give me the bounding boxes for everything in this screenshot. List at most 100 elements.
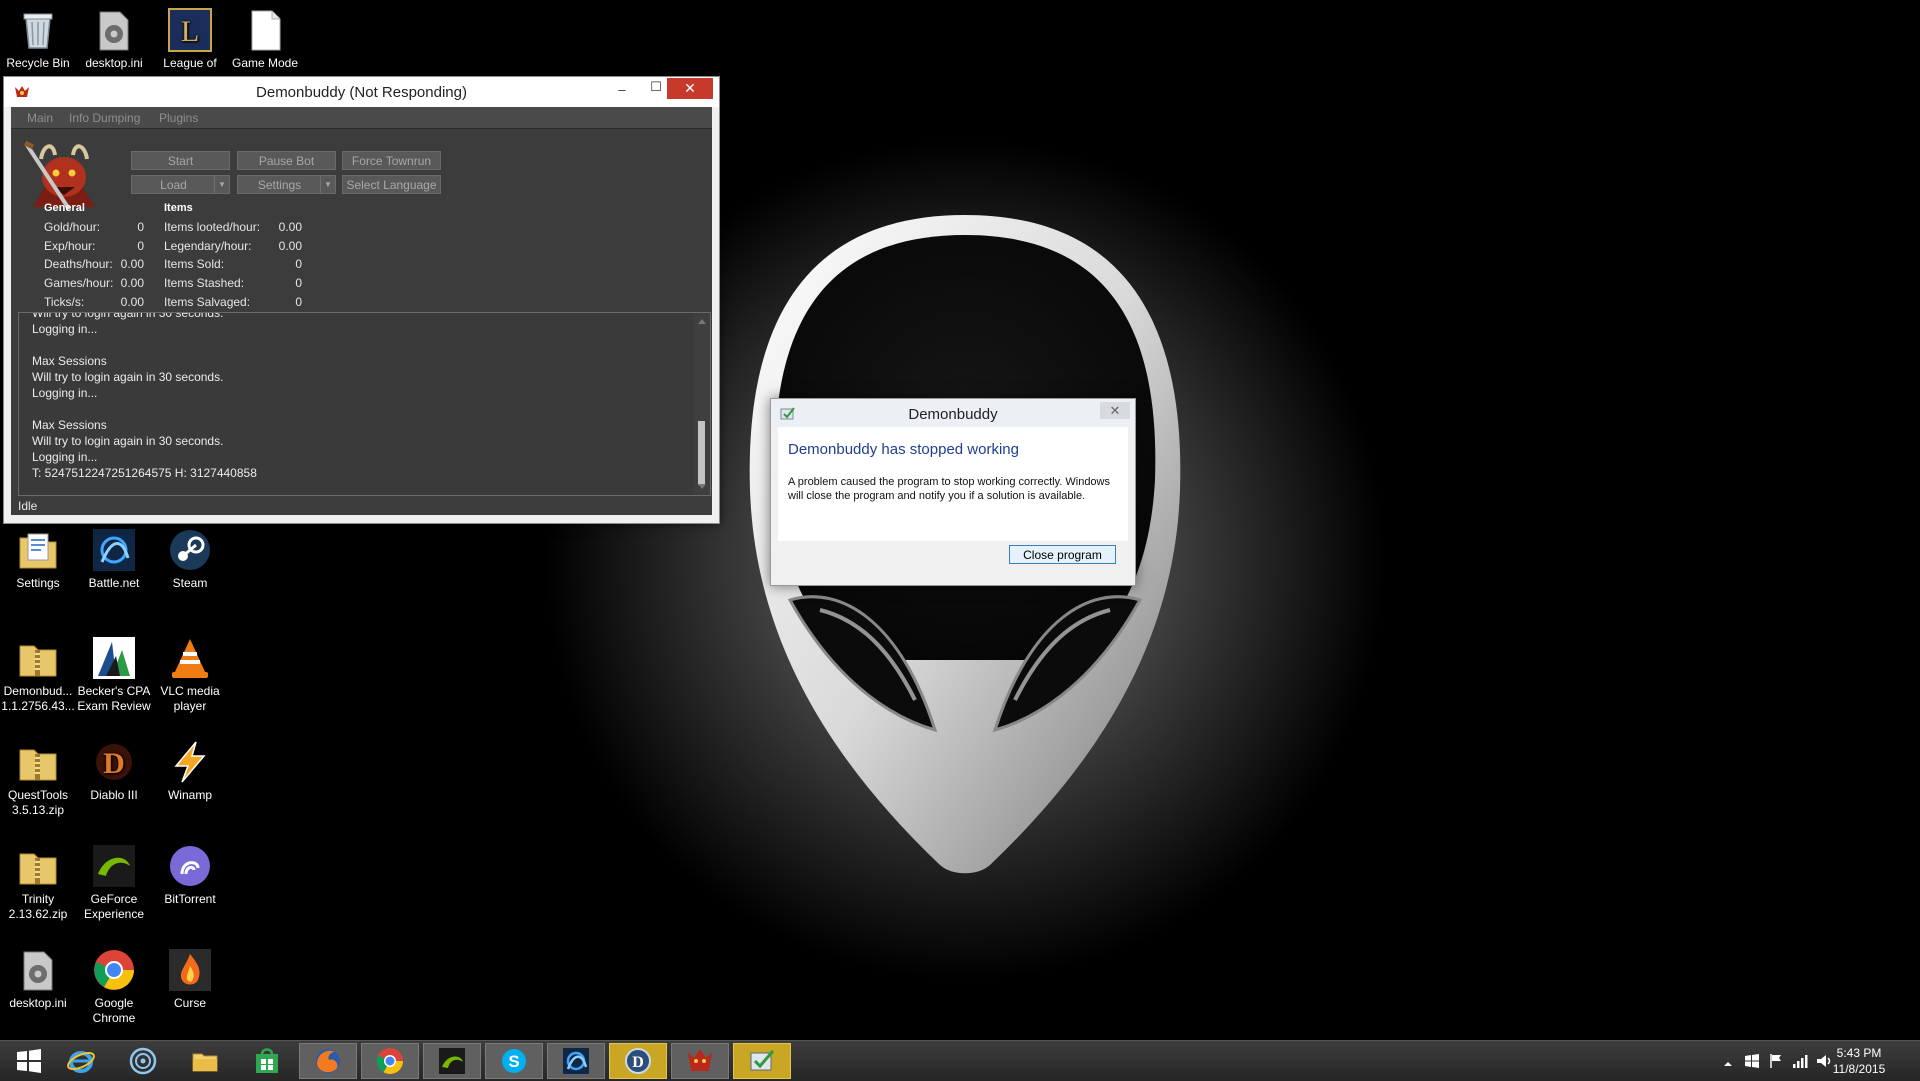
select-language-button[interactable]: Select Language	[342, 175, 441, 194]
stat-label: Items looted/hour:	[164, 220, 261, 234]
taskbar-internet-explorer[interactable]	[52, 1043, 110, 1079]
log-scrollbar[interactable]	[694, 313, 710, 495]
log-line: Will try to login again in 30 seconds.	[32, 312, 224, 320]
tray-arrow-icon[interactable]	[1720, 1056, 1736, 1072]
network-icon[interactable]	[1792, 1053, 1808, 1069]
pause-bot-button[interactable]: Pause Bot	[237, 151, 336, 170]
desktop-icon-game-mode[interactable]: Game Mode	[227, 8, 303, 71]
desktop-icon-label: League of	[163, 56, 217, 70]
load-button-label: Load	[160, 178, 187, 192]
demonbuddy-icon	[688, 1049, 712, 1071]
desktop-icon-geforce[interactable]: GeForce Experience	[76, 844, 152, 922]
start-button[interactable]: Start	[131, 151, 230, 170]
force-townrun-button[interactable]: Force Townrun	[342, 151, 441, 170]
dialog-title: Demonbuddy	[908, 406, 998, 423]
log-output[interactable]: Will try to login again in 30 seconds. L…	[18, 312, 711, 496]
window-titlebar[interactable]: Demonbuddy (Not Responding) – ☐ ✕	[4, 77, 719, 107]
chrome-icon	[92, 948, 136, 992]
desktop-icon-label: Settings	[16, 576, 60, 590]
minimize-button[interactable]: –	[605, 82, 639, 103]
log-line: Logging in...	[32, 450, 98, 464]
load-dropdown-arrow-icon[interactable]: ▼	[214, 176, 229, 193]
desktop-icon-diablo[interactable]: D Diablo III	[76, 740, 152, 803]
taskbar-demonbuddy-dialog[interactable]	[733, 1043, 791, 1079]
dialog-titlebar[interactable]: Demonbuddy ✕	[771, 399, 1135, 427]
close-button[interactable]: ✕	[667, 78, 713, 99]
zip-folder-icon	[16, 636, 60, 680]
stat-value: 0	[137, 220, 144, 234]
desktop-icon-curse[interactable]: Curse	[152, 948, 228, 1011]
start-button[interactable]	[0, 1043, 58, 1079]
scroll-up-arrow-icon[interactable]	[697, 317, 707, 325]
desktop-icon-beckers-cpa[interactable]: Becker's CPA Exam Review	[76, 636, 152, 714]
stat-value: 0	[295, 295, 302, 309]
curse-icon	[168, 948, 212, 992]
demonbuddy-window[interactable]: Demonbuddy (Not Responding) – ☐ ✕ Main I…	[3, 76, 720, 524]
settings-file-icon	[16, 948, 60, 992]
crash-dialog[interactable]: Demonbuddy ✕ Demonbuddy has stopped work…	[770, 398, 1136, 586]
taskbar-store[interactable]	[238, 1043, 296, 1079]
settings-button-label: Settings	[257, 178, 302, 192]
diablo-icon: D	[92, 740, 136, 784]
taskbar-file-explorer[interactable]	[176, 1043, 234, 1079]
stat-label: Exp/hour:	[44, 239, 96, 253]
taskbar-diablo[interactable]: D	[609, 1043, 667, 1079]
action-center-flag-icon[interactable]	[1768, 1053, 1784, 1069]
desktop-icon-label: Demonbud... 1.1.2756.43...	[1, 684, 75, 713]
desktop-icon-label: Google Chrome	[92, 996, 136, 1025]
settings-file-icon	[92, 8, 136, 52]
tab-main[interactable]: Main	[27, 111, 53, 125]
svg-text:S: S	[508, 1052, 519, 1071]
vlc-icon	[168, 636, 212, 680]
desktop-icon-league-of[interactable]: L League of	[152, 8, 228, 71]
taskbar-chrome[interactable]	[361, 1043, 419, 1079]
desktop-icon-vlc[interactable]: VLC media player	[152, 636, 228, 714]
clock-date[interactable]: 11/8/2015	[1819, 1062, 1899, 1076]
desktop-icon-chrome[interactable]: Google Chrome	[76, 948, 152, 1026]
desktop-icon-trinity-zip[interactable]: Trinity 2.13.62.zip	[0, 844, 76, 922]
windows-flag-icon[interactable]	[1744, 1053, 1760, 1069]
dialog-close-button[interactable]: ✕	[1100, 402, 1130, 419]
desktop-icon-desktop-ini-2[interactable]: desktop.ini	[0, 948, 76, 1011]
load-button[interactable]: Load ▼	[131, 175, 230, 194]
taskbar-battlenet[interactable]	[547, 1043, 605, 1079]
desktop-icon-label: Becker's CPA Exam Review	[77, 684, 151, 713]
firefox-icon	[316, 1049, 340, 1073]
desktop-icon-recycle-bin[interactable]: Recycle Bin	[0, 8, 76, 71]
desktop-icon-bittorrent[interactable]: BitTorrent	[152, 844, 228, 907]
demonbuddy-alt-icon	[750, 1050, 775, 1071]
stat-value: 0.00	[120, 257, 144, 271]
tab-plugins[interactable]: Plugins	[159, 111, 198, 125]
desktop-icon-steam[interactable]: Steam	[152, 528, 228, 591]
desktop-icon-settings[interactable]: Settings	[0, 528, 76, 591]
desktop-icon-label: Curse	[173, 996, 206, 1010]
clock-time[interactable]: 5:43 PM	[1819, 1046, 1899, 1060]
stat-label: Items Sold:	[164, 257, 225, 271]
taskbar-skype[interactable]: S	[485, 1043, 543, 1079]
dialog-content: Demonbuddy has stopped working A problem…	[778, 427, 1128, 541]
scroll-down-arrow-icon[interactable]	[697, 483, 707, 491]
desktop-icon-label: Steam	[172, 576, 208, 590]
league-of-legends-icon: L	[168, 8, 212, 52]
settings-button[interactable]: Settings ▼	[237, 175, 336, 194]
bittorrent-icon	[168, 844, 212, 888]
taskbar-demonbuddy[interactable]	[671, 1043, 729, 1079]
taskbar-geforce[interactable]	[423, 1043, 481, 1079]
desktop-icon-demonbuddy-zip[interactable]: Demonbud... 1.1.2756.43...	[0, 636, 76, 714]
desktop-icon-desktop-ini[interactable]: desktop.ini	[76, 8, 152, 71]
taskbar-dial-app[interactable]	[114, 1043, 172, 1079]
stat-label: Items Salvaged:	[164, 295, 251, 309]
bot-panel: Main Info Dumping Plugins Start Pause Bo…	[11, 107, 712, 515]
scrollbar-thumb[interactable]	[698, 421, 705, 485]
steam-icon	[168, 528, 212, 572]
tab-info-dumping[interactable]: Info Dumping	[69, 111, 140, 125]
close-program-button[interactable]: Close program	[1009, 545, 1116, 564]
log-line: T: 5247512247251264575 H: 3127440858	[32, 466, 257, 480]
taskbar-firefox[interactable]	[299, 1043, 357, 1079]
desktop-icon-questtools-zip[interactable]: QuestTools 3.5.13.zip	[0, 740, 76, 818]
beckers-cpa-icon	[92, 636, 136, 680]
settings-dropdown-arrow-icon[interactable]: ▼	[320, 176, 335, 193]
desktop-icon-battlenet[interactable]: Battle.net	[76, 528, 152, 591]
desktop-icon-winamp[interactable]: Winamp	[152, 740, 228, 803]
desktop-icon-label: Winamp	[167, 788, 212, 802]
